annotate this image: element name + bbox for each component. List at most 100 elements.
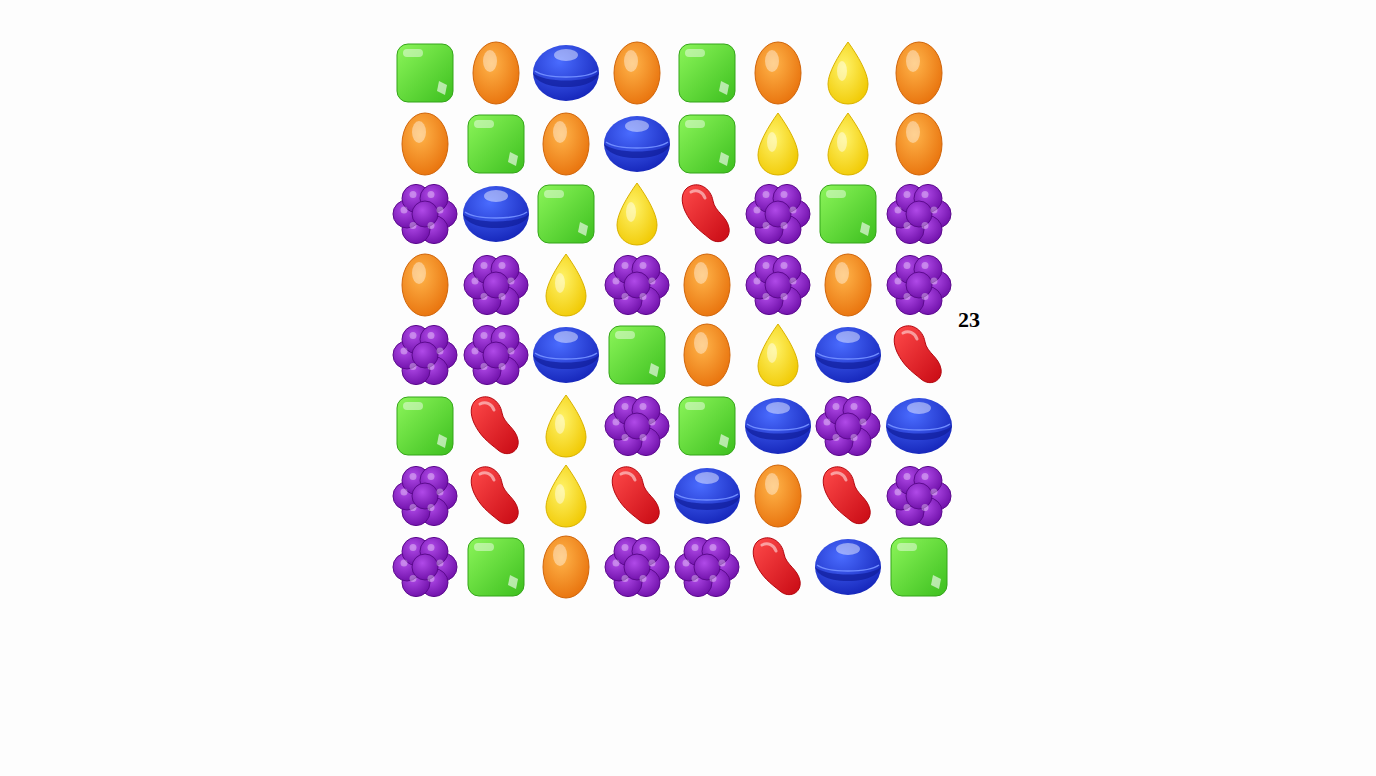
candy[interactable] <box>743 320 814 391</box>
candy[interactable] <box>743 532 814 603</box>
ball-candy-icon <box>462 180 530 248</box>
drop-candy-icon <box>532 392 600 460</box>
candy[interactable] <box>672 320 743 391</box>
drop-candy-icon <box>744 110 812 178</box>
candy[interactable] <box>531 109 602 180</box>
candy[interactable] <box>602 179 673 250</box>
candy[interactable] <box>884 461 955 532</box>
candy[interactable] <box>602 461 673 532</box>
oval-candy-icon <box>673 251 741 319</box>
candy[interactable] <box>390 109 461 180</box>
candy[interactable] <box>602 38 673 109</box>
bean-candy-icon <box>462 462 530 530</box>
candy[interactable] <box>884 391 955 462</box>
candy[interactable] <box>884 532 955 603</box>
candy[interactable] <box>531 320 602 391</box>
drop-candy-icon <box>744 321 812 389</box>
candy[interactable] <box>813 38 884 109</box>
candy[interactable] <box>672 109 743 180</box>
candy[interactable] <box>602 109 673 180</box>
candy[interactable] <box>813 320 884 391</box>
candy[interactable] <box>884 250 955 321</box>
candy[interactable] <box>602 532 673 603</box>
candy[interactable] <box>531 532 602 603</box>
square-candy-icon <box>673 110 741 178</box>
ball-candy-icon <box>532 39 600 107</box>
square-candy-icon <box>673 392 741 460</box>
candy[interactable] <box>390 391 461 462</box>
ball-candy-icon <box>885 392 953 460</box>
ball-candy-icon <box>744 392 812 460</box>
candy[interactable] <box>531 38 602 109</box>
flower-candy-icon <box>391 321 459 389</box>
bean-candy-icon <box>673 180 741 248</box>
candy[interactable] <box>531 391 602 462</box>
candy[interactable] <box>743 461 814 532</box>
candy[interactable] <box>461 38 532 109</box>
candy[interactable] <box>743 250 814 321</box>
candy[interactable] <box>813 250 884 321</box>
candy[interactable] <box>672 391 743 462</box>
candy[interactable] <box>602 250 673 321</box>
candy[interactable] <box>884 38 955 109</box>
candy[interactable] <box>672 461 743 532</box>
candy[interactable] <box>461 179 532 250</box>
candy[interactable] <box>531 461 602 532</box>
candy[interactable] <box>813 532 884 603</box>
oval-candy-icon <box>391 251 459 319</box>
drop-candy-icon <box>814 110 882 178</box>
candy[interactable] <box>461 391 532 462</box>
drop-candy-icon <box>532 462 600 530</box>
candy[interactable] <box>813 461 884 532</box>
candy[interactable] <box>672 179 743 250</box>
oval-candy-icon <box>532 533 600 601</box>
oval-candy-icon <box>885 110 953 178</box>
game: 23 <box>390 38 986 602</box>
candy[interactable] <box>743 391 814 462</box>
board <box>390 38 954 602</box>
candy[interactable] <box>390 179 461 250</box>
candy[interactable] <box>461 250 532 321</box>
square-candy-icon <box>814 180 882 248</box>
flower-candy-icon <box>391 180 459 248</box>
flower-candy-icon <box>462 321 530 389</box>
candy[interactable] <box>461 109 532 180</box>
candy[interactable] <box>743 38 814 109</box>
candy[interactable] <box>672 250 743 321</box>
candy[interactable] <box>884 320 955 391</box>
candy[interactable] <box>602 391 673 462</box>
drop-candy-icon <box>814 39 882 107</box>
candy[interactable] <box>461 320 532 391</box>
candy[interactable] <box>390 320 461 391</box>
candy[interactable] <box>390 461 461 532</box>
candy[interactable] <box>813 391 884 462</box>
candy[interactable] <box>390 250 461 321</box>
flower-candy-icon <box>603 533 671 601</box>
flower-candy-icon <box>603 392 671 460</box>
candy[interactable] <box>813 179 884 250</box>
candy[interactable] <box>743 179 814 250</box>
candy[interactable] <box>390 532 461 603</box>
candy[interactable] <box>390 38 461 109</box>
candy[interactable] <box>743 109 814 180</box>
square-candy-icon <box>885 533 953 601</box>
candy[interactable] <box>461 532 532 603</box>
bean-candy-icon <box>462 392 530 460</box>
ball-candy-icon <box>603 110 671 178</box>
candy[interactable] <box>884 179 955 250</box>
bean-candy-icon <box>814 462 882 530</box>
flower-candy-icon <box>744 251 812 319</box>
candy[interactable] <box>531 250 602 321</box>
candy[interactable] <box>672 38 743 109</box>
candy[interactable] <box>531 179 602 250</box>
candy[interactable] <box>813 109 884 180</box>
candy[interactable] <box>461 461 532 532</box>
square-candy-icon <box>391 39 459 107</box>
candy[interactable] <box>884 109 955 180</box>
candy[interactable] <box>602 320 673 391</box>
bean-candy-icon <box>744 533 812 601</box>
oval-candy-icon <box>885 39 953 107</box>
flower-candy-icon <box>603 251 671 319</box>
candy[interactable] <box>672 532 743 603</box>
flower-candy-icon <box>885 462 953 530</box>
